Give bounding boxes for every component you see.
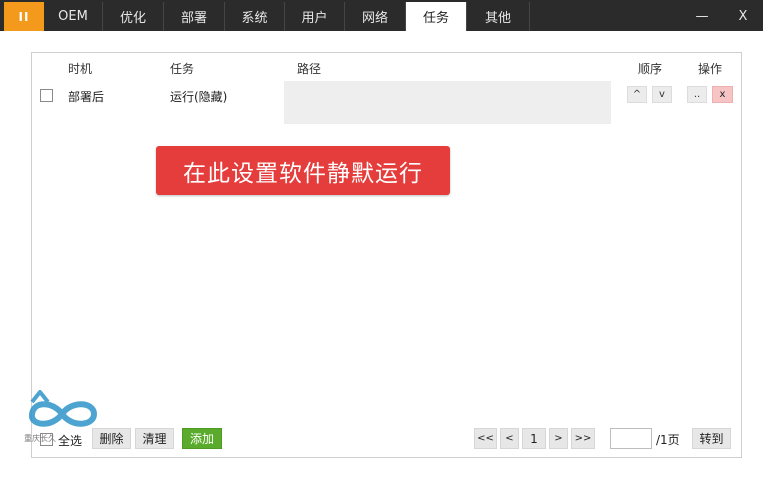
pause-button[interactable]: II bbox=[4, 2, 44, 31]
move-up-button[interactable]: ^ bbox=[627, 86, 647, 103]
title-bar: II OEM 优化 部署 系统 用户 网络 任务 其他 — X bbox=[0, 0, 763, 31]
tab-system[interactable]: 系统 bbox=[225, 2, 285, 31]
header-timing: 时机 bbox=[68, 62, 93, 76]
minimize-button[interactable]: — bbox=[684, 2, 720, 31]
next-page-button[interactable]: > bbox=[549, 428, 568, 449]
watermark-text: 重庆长久 bbox=[24, 434, 56, 443]
prev-page-button[interactable]: < bbox=[500, 428, 519, 449]
header-order: 顺序 bbox=[638, 62, 663, 76]
row-timing: 部署后 bbox=[68, 90, 105, 104]
header-task: 任务 bbox=[170, 62, 195, 76]
first-page-button[interactable]: << bbox=[474, 428, 497, 449]
add-button[interactable]: 添加 bbox=[182, 428, 222, 449]
row-checkbox[interactable] bbox=[40, 89, 53, 102]
delete-row-button[interactable]: x bbox=[712, 86, 733, 103]
header-path: 路径 bbox=[297, 62, 322, 76]
tab-deploy[interactable]: 部署 bbox=[164, 2, 225, 31]
annotation-banner: 在此设置软件静默运行 bbox=[156, 146, 450, 195]
browse-button[interactable]: .. bbox=[687, 86, 707, 103]
current-page: 1 bbox=[522, 428, 546, 449]
move-down-button[interactable]: v bbox=[652, 86, 672, 103]
tab-optimize[interactable]: 优化 bbox=[103, 2, 164, 31]
tab-bar: OEM 优化 部署 系统 用户 网络 任务 其他 bbox=[44, 2, 530, 31]
tab-network[interactable]: 网络 bbox=[345, 2, 406, 31]
row-path-input[interactable] bbox=[284, 81, 611, 124]
tab-user[interactable]: 用户 bbox=[285, 2, 345, 31]
last-page-button[interactable]: >> bbox=[571, 428, 595, 449]
row-task: 运行(隐藏) bbox=[170, 90, 228, 104]
tab-tasks[interactable]: 任务 bbox=[406, 2, 467, 31]
total-pages-label: /1页 bbox=[656, 433, 680, 447]
goto-page-button[interactable]: 转到 bbox=[692, 428, 731, 449]
header-action: 操作 bbox=[698, 62, 723, 76]
tab-other[interactable]: 其他 bbox=[467, 2, 530, 31]
tab-oem[interactable]: OEM bbox=[44, 2, 103, 31]
close-button[interactable]: X bbox=[725, 2, 761, 31]
page-number-input[interactable] bbox=[610, 428, 652, 449]
clear-button[interactable]: 清理 bbox=[135, 428, 174, 449]
